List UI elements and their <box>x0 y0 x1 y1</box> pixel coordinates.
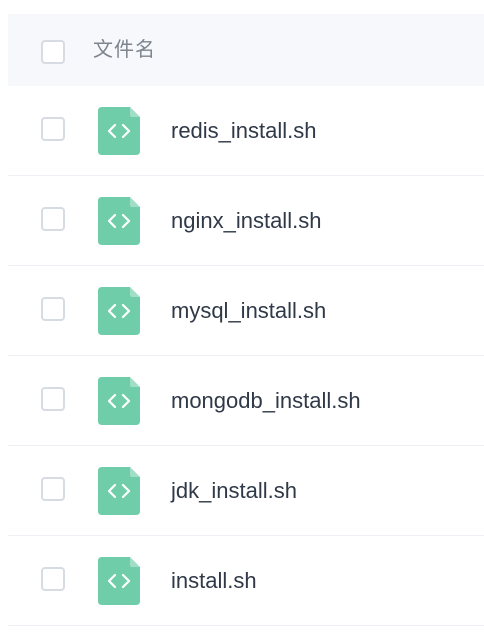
file-name[interactable]: install.sh <box>171 566 257 596</box>
file-row[interactable]: mysql_install.sh <box>8 266 484 356</box>
file-name[interactable]: nginx_install.sh <box>171 206 321 236</box>
code-file-icon <box>98 287 140 335</box>
file-row[interactable]: mongodb_install.sh <box>8 356 484 446</box>
file-row[interactable]: redis_install.sh <box>8 86 484 176</box>
row-checkbox[interactable] <box>41 117 65 141</box>
row-checkbox[interactable] <box>41 387 65 411</box>
row-checkbox[interactable] <box>41 477 65 501</box>
file-row[interactable]: jdk_install.sh <box>8 446 484 536</box>
code-file-icon <box>98 107 140 155</box>
file-name[interactable]: mysql_install.sh <box>171 296 326 326</box>
file-name[interactable]: jdk_install.sh <box>171 476 297 506</box>
file-row[interactable]: install.sh <box>8 536 484 626</box>
file-list: 文件名 redis_install.sh nginx_install.shmysq… <box>8 0 484 636</box>
list-header: 文件名 <box>8 14 484 86</box>
file-name[interactable]: mongodb_install.sh <box>171 386 361 416</box>
code-file-icon <box>98 377 140 425</box>
code-file-icon <box>98 197 140 245</box>
code-file-icon <box>98 557 140 605</box>
row-checkbox[interactable] <box>41 567 65 591</box>
column-header-filename: 文件名 <box>93 39 156 61</box>
row-checkbox[interactable] <box>41 207 65 231</box>
code-file-icon <box>98 467 140 515</box>
file-name[interactable]: redis_install.sh <box>171 116 317 146</box>
select-all-checkbox[interactable] <box>41 40 65 64</box>
file-row[interactable]: nginx_install.sh <box>8 176 484 266</box>
row-checkbox[interactable] <box>41 297 65 321</box>
